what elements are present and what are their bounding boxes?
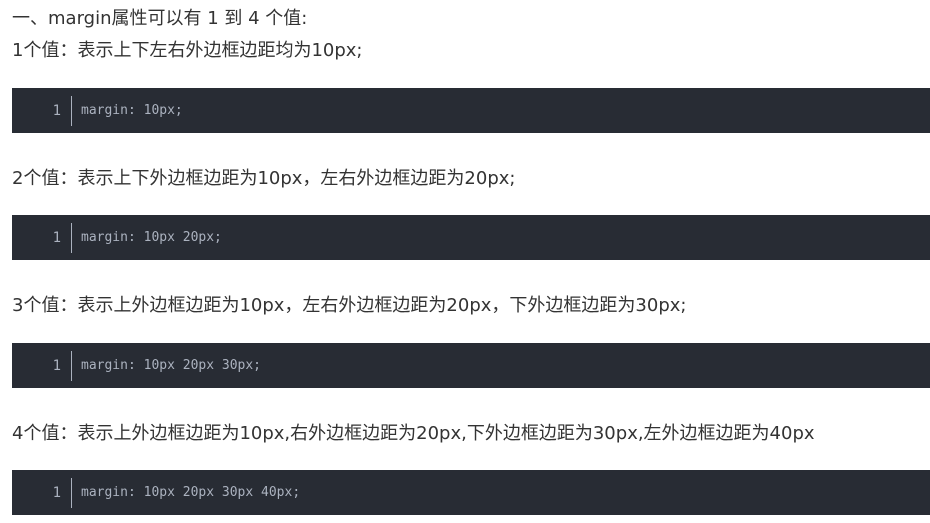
section-heading: 一、margin属性可以有 1 到 4 个值: <box>12 8 308 29</box>
code-block-one-value: 1 margin: 10px; <box>12 88 930 133</box>
code-block-three-values: 1 margin: 10px 20px 30px; <box>12 343 930 388</box>
code-block-two-values: 1 margin: 10px 20px; <box>12 215 930 260</box>
code-line: margin: 10px 20px 30px 40px; <box>81 484 301 500</box>
code-line: margin: 10px; <box>81 102 183 118</box>
line-number: 1 <box>12 222 72 253</box>
line-number: 1 <box>12 477 72 508</box>
article-page: 一、margin属性可以有 1 到 4 个值: 1个值：表示上下左右外边框边距均… <box>0 0 930 523</box>
three-value-description: 3个值：表示上外边框边距为10px，左右外边框边距为20px，下外边框边距为30… <box>12 295 687 316</box>
code-block-four-values: 1 margin: 10px 20px 30px 40px; <box>12 470 930 515</box>
code-line: margin: 10px 20px; <box>81 229 222 245</box>
two-value-description: 2个值：表示上下外边框边距为10px，左右外边框边距为20px; <box>12 168 516 189</box>
one-value-description: 1个值：表示上下左右外边框边距均为10px; <box>12 40 363 61</box>
code-line: margin: 10px 20px 30px; <box>81 357 262 373</box>
line-number: 1 <box>12 350 72 381</box>
four-value-description: 4个值：表示上外边框边距为10px,右外边框边距为20px,下外边框边距为30p… <box>12 423 815 444</box>
line-number: 1 <box>12 95 72 126</box>
